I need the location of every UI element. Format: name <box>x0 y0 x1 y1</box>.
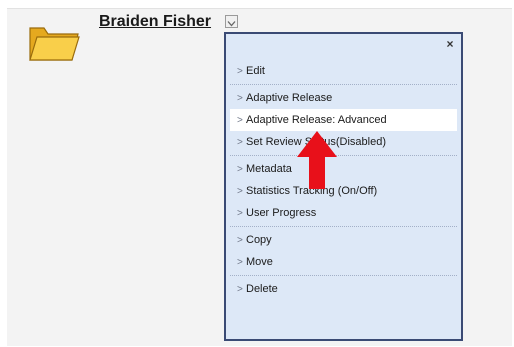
menu-group: > Adaptive Release > Adaptive Release: Adva… <box>230 85 457 156</box>
item-title-link[interactable]: Braiden Fisher <box>99 13 211 31</box>
menu-item-label: Adaptive Release: Advanced <box>246 114 387 126</box>
menu-item-label: Adaptive Release <box>246 92 333 104</box>
chevron-right-icon: > <box>237 235 243 246</box>
chevron-right-icon: > <box>237 257 243 268</box>
folder-icon <box>29 27 80 61</box>
chevron-right-icon: > <box>237 284 243 295</box>
chevron-right-icon: > <box>237 164 243 175</box>
menu-item-label: Edit <box>246 65 265 77</box>
chevron-right-icon: > <box>237 66 243 77</box>
close-icon[interactable]: × <box>445 38 455 50</box>
menu-item-user-progress[interactable]: > User Progress <box>230 202 457 224</box>
page: Braiden Fisher × > Edit > Adaptive Release >… <box>0 0 514 347</box>
context-menu-list: > Edit > Adaptive Release > Adaptive Release:… <box>226 58 461 302</box>
menu-item-label: User Progress <box>246 207 317 219</box>
chevron-right-icon: > <box>237 186 243 197</box>
menu-item-adaptive-release[interactable]: > Adaptive Release <box>230 87 457 109</box>
chevron-right-icon: > <box>237 93 243 104</box>
menu-item-label: Statistics Tracking (On/Off) <box>246 185 378 197</box>
menu-item-statistics-tracking-on-off[interactable]: > Statistics Tracking (On/Off) <box>230 180 457 202</box>
menu-item-copy[interactable]: > Copy <box>230 229 457 251</box>
menu-trigger-button[interactable] <box>225 15 238 28</box>
menu-item-label: Delete <box>246 283 278 295</box>
menu-item-label: Copy <box>246 234 272 246</box>
menu-group: > Delete <box>230 276 457 302</box>
chevron-right-icon: > <box>237 208 243 219</box>
context-menu: × > Edit > Adaptive Release > Adaptive Releas… <box>224 32 463 341</box>
chevron-right-icon: > <box>237 115 243 126</box>
menu-item-label: Metadata <box>246 163 292 175</box>
menu-group: > Copy > Move <box>230 227 457 276</box>
menu-item-edit[interactable]: > Edit <box>230 60 457 82</box>
menu-group: > Edit <box>230 58 457 85</box>
menu-item-label: Set Review Status(Disabled) <box>246 136 387 148</box>
menu-item-adaptive-release-advanced[interactable]: > Adaptive Release: Advanced <box>230 109 457 131</box>
menu-item-delete[interactable]: > Delete <box>230 278 457 300</box>
chevron-down-icon <box>227 21 236 27</box>
menu-item-set-review-status-disabled[interactable]: > Set Review Status(Disabled) <box>230 131 457 153</box>
chevron-right-icon: > <box>237 137 243 148</box>
menu-item-move[interactable]: > Move <box>230 251 457 273</box>
menu-item-metadata[interactable]: > Metadata <box>230 158 457 180</box>
menu-item-label: Move <box>246 256 273 268</box>
context-menu-header: × <box>226 34 461 58</box>
menu-group: > Metadata > Statistics Tracking (On/Off) > U… <box>230 156 457 227</box>
